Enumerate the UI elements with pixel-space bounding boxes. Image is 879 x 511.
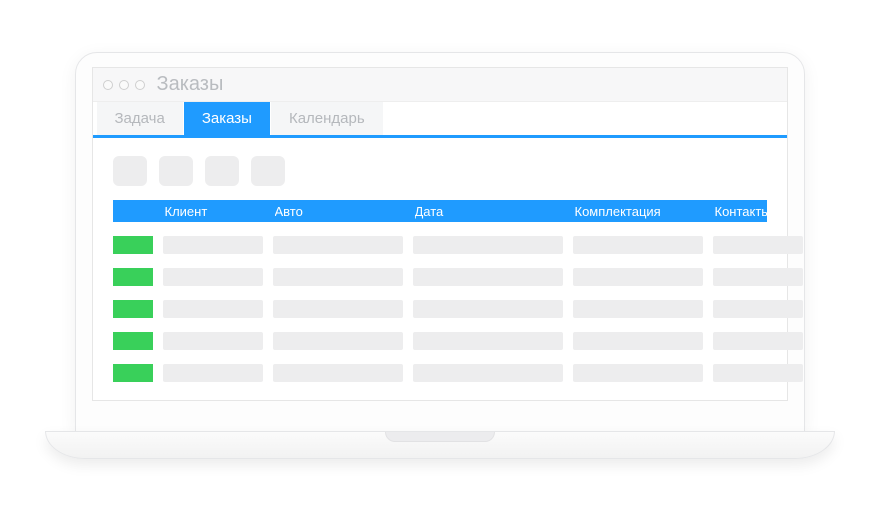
table-row[interactable] <box>113 268 767 286</box>
col-config: Комплектация <box>575 204 705 219</box>
cell-contacts <box>713 268 803 286</box>
minimize-icon[interactable] <box>119 80 129 90</box>
cell-date <box>413 332 563 350</box>
cell-auto <box>273 236 403 254</box>
cell-contacts <box>713 236 803 254</box>
cell-config <box>573 364 703 382</box>
cell-auto <box>273 332 403 350</box>
cell-auto <box>273 364 403 382</box>
cell-date <box>413 236 563 254</box>
cell-config <box>573 332 703 350</box>
app-window: Заказы Задача Заказы Календарь Клиент Ав… <box>92 67 788 401</box>
toolbar-button-2[interactable] <box>159 156 193 186</box>
cell-config <box>573 300 703 318</box>
close-icon[interactable] <box>103 80 113 90</box>
table-row[interactable] <box>113 236 767 254</box>
col-auto: Авто <box>275 204 405 219</box>
orders-table: Клиент Авто Дата Комплектация Контакты <box>93 200 787 400</box>
status-badge <box>113 236 153 254</box>
cell-client <box>163 236 263 254</box>
cell-date <box>413 268 563 286</box>
toolbar-button-4[interactable] <box>251 156 285 186</box>
tab-bar: Задача Заказы Календарь <box>93 102 787 138</box>
cell-auto <box>273 268 403 286</box>
window-title: Заказы <box>157 73 224 96</box>
cell-contacts <box>713 364 803 382</box>
col-date: Дата <box>415 204 565 219</box>
window-titlebar: Заказы <box>93 68 787 102</box>
laptop-notch <box>385 432 495 442</box>
toolbar-button-3[interactable] <box>205 156 239 186</box>
status-badge <box>113 364 153 382</box>
col-contacts: Контакты <box>715 204 805 219</box>
cell-client <box>163 364 263 382</box>
tab-orders[interactable]: Заказы <box>184 102 271 135</box>
table-header: Клиент Авто Дата Комплектация Контакты <box>113 200 767 222</box>
cell-client <box>163 268 263 286</box>
toolbar-button-1[interactable] <box>113 156 147 186</box>
cell-contacts <box>713 300 803 318</box>
cell-date <box>413 364 563 382</box>
cell-config <box>573 268 703 286</box>
cell-date <box>413 300 563 318</box>
window-controls <box>103 80 145 90</box>
cell-contacts <box>713 332 803 350</box>
table-row[interactable] <box>113 300 767 318</box>
laptop-mockup: Заказы Задача Заказы Календарь Клиент Ав… <box>45 52 835 459</box>
tab-calendar[interactable]: Календарь <box>271 102 384 135</box>
col-client: Клиент <box>165 204 265 219</box>
maximize-icon[interactable] <box>135 80 145 90</box>
status-badge <box>113 332 153 350</box>
status-badge <box>113 300 153 318</box>
toolbar <box>93 138 787 200</box>
cell-auto <box>273 300 403 318</box>
table-row[interactable] <box>113 332 767 350</box>
screen-frame: Заказы Задача Заказы Календарь Клиент Ав… <box>75 52 805 432</box>
cell-client <box>163 300 263 318</box>
cell-config <box>573 236 703 254</box>
cell-client <box>163 332 263 350</box>
table-row[interactable] <box>113 364 767 382</box>
status-badge <box>113 268 153 286</box>
laptop-base <box>45 431 835 459</box>
tab-task[interactable]: Задача <box>97 102 184 135</box>
